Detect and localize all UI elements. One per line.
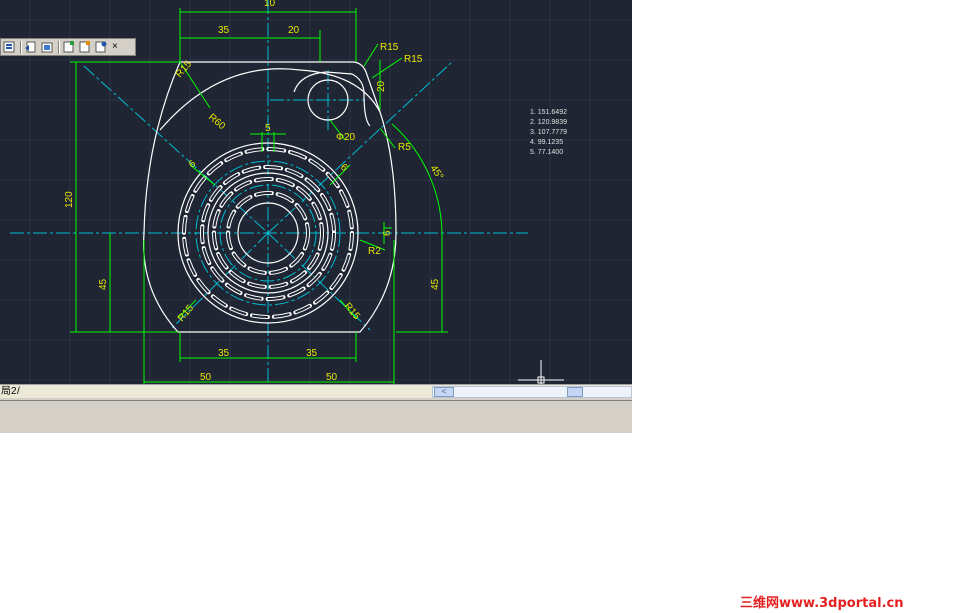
command-line-area[interactable] (0, 400, 632, 433)
dim-top-center: 10 (264, 0, 276, 9)
make-current-icon[interactable] (62, 40, 77, 54)
dim-20-vertical: 20 (376, 80, 387, 92)
dim-bottom-35-right: 35 (306, 348, 318, 359)
dim-120: 120 (64, 191, 75, 208)
horizontal-scrollbar[interactable]: < (432, 386, 632, 398)
dim-r2: R2 (368, 246, 381, 257)
watermark-text: 三维网www.3dportal.cn (740, 596, 904, 611)
tab-separator: / (17, 386, 20, 397)
property-list: 1. 151.6492 2. 120.9839 3. 107.7779 4. 9… (530, 109, 567, 156)
layout-tab-bar: 局2 / < (0, 384, 632, 398)
dim-top-20: 20 (288, 25, 300, 36)
dim-phi20: Φ20 (336, 132, 356, 143)
dim-r5: R5 (398, 142, 411, 153)
dim-r5-a: R15 (380, 42, 399, 53)
dim-r5-b: R15 (404, 54, 423, 65)
tab-layout2[interactable]: 局2 (0, 385, 17, 398)
dim-6-left: 6 (187, 158, 199, 170)
property-line-5: 5. 77.1400 (530, 149, 563, 156)
cad-drawing[interactable]: 35 20 10 R15 R15 R15 20 R60 5 Φ20 R5 45°… (0, 0, 632, 384)
layer-states-icon[interactable] (40, 40, 55, 54)
dim-r15-bottom-left: R15 (176, 302, 197, 323)
dim-5: 5 (265, 123, 271, 134)
property-line-1: 1. 151.6492 (530, 109, 567, 116)
dimension-labels: 35 20 10 R15 R15 R15 20 R60 5 Φ20 R5 45°… (64, 0, 445, 383)
drawing-viewport[interactable]: 35 20 10 R15 R15 R15 20 R60 5 Φ20 R5 45°… (0, 0, 632, 384)
toolbar-separator (58, 40, 60, 54)
property-line-3: 3. 107.7779 (530, 129, 567, 136)
dim-bottom-35-left: 35 (218, 348, 230, 359)
scroll-thumb[interactable] (567, 387, 583, 397)
layer-properties-icon[interactable] (2, 40, 17, 54)
dim-6-small: 6 (382, 230, 393, 236)
property-line-4: 4. 99.1235 (530, 139, 563, 146)
dim-r60: R60 (206, 112, 227, 133)
cad-application-window: 35 20 10 R15 R15 R15 20 R60 5 Φ20 R5 45°… (0, 0, 632, 433)
dim-6-right: 6 (338, 162, 350, 174)
crosshair-cursor (518, 360, 564, 384)
dim-bottom-50-right: 50 (326, 372, 338, 383)
part-geometry (143, 61, 397, 333)
toolbar-close-button[interactable]: × (112, 41, 118, 53)
dim-45-right: 45 (430, 278, 441, 290)
layer-isolate-icon[interactable] (94, 40, 109, 54)
dim-top-35: 35 (218, 25, 230, 36)
drawing-grid (0, 0, 632, 384)
dim-bottom-50-left: 50 (200, 372, 212, 383)
layer-previous-icon[interactable] (24, 40, 39, 54)
dim-45-left: 45 (98, 278, 109, 290)
property-line-2: 2. 120.9839 (530, 119, 567, 126)
toolbar-separator (20, 40, 22, 54)
match-layer-icon[interactable] (78, 40, 93, 54)
layers-toolbar: × (0, 38, 136, 56)
scroll-left-arrow[interactable]: < (434, 387, 454, 397)
